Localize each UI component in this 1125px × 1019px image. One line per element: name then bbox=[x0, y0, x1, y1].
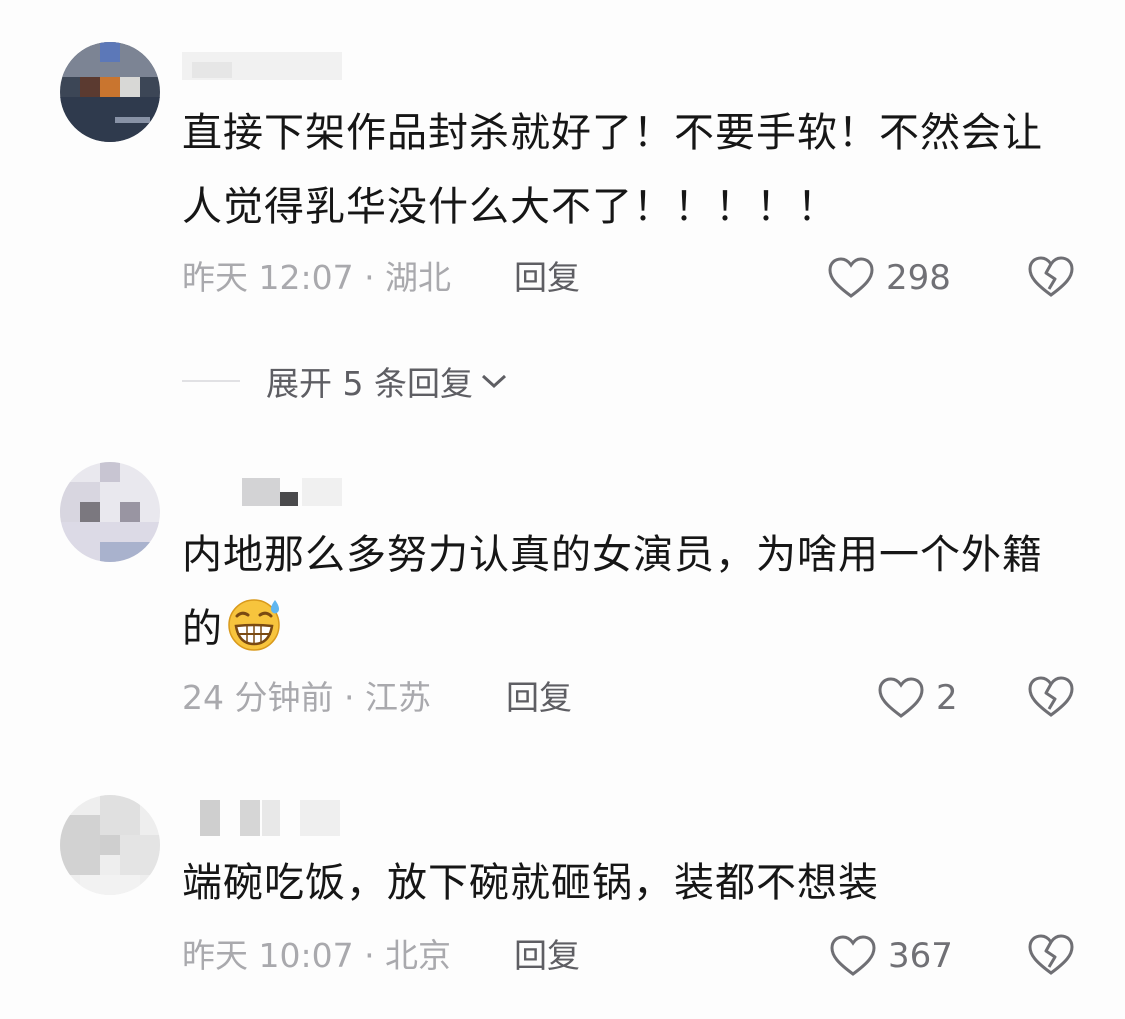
avatar[interactable] bbox=[60, 795, 160, 895]
heart-outline-icon bbox=[828, 257, 874, 298]
broken-heart-icon bbox=[1028, 934, 1074, 975]
heart-outline-icon bbox=[830, 935, 876, 976]
avatar[interactable] bbox=[60, 462, 160, 562]
dislike-button[interactable] bbox=[1028, 256, 1074, 302]
reply-button[interactable]: 回复 bbox=[514, 256, 580, 300]
expand-replies-label: 展开 5 条回复 bbox=[266, 364, 473, 403]
comment-text: 直接下架作品封杀就好了！不要手软！不然会让人觉得乳华没什么大不了！！！！！ bbox=[182, 110, 1043, 230]
comment-text-content: 内地那么多努力认真的女演员，为啥用一个外籍的 bbox=[182, 532, 1043, 652]
comment-meta: 24 分钟前 · 江苏 bbox=[182, 678, 431, 717]
divider bbox=[182, 380, 240, 382]
broken-heart-icon bbox=[1028, 256, 1074, 297]
comment-text: 端碗吃饭，放下碗就砸锅，装都不想装 bbox=[182, 860, 879, 906]
broken-heart-icon bbox=[1028, 676, 1074, 717]
comment-meta: 昨天 12:07 · 湖北 bbox=[182, 258, 452, 297]
comment-meta: 昨天 10:07 · 北京 bbox=[182, 936, 452, 975]
like-button[interactable]: 298 bbox=[828, 256, 951, 300]
username-blurred[interactable] bbox=[182, 800, 352, 836]
username-blurred[interactable] bbox=[182, 478, 352, 506]
heart-outline-icon bbox=[878, 677, 924, 718]
chevron-down-icon bbox=[481, 374, 506, 389]
like-count: 2 bbox=[936, 678, 958, 718]
avatar[interactable] bbox=[60, 42, 160, 142]
dislike-button[interactable] bbox=[1028, 934, 1074, 980]
username-blurred[interactable] bbox=[182, 52, 352, 80]
grinning-sweat-emoji bbox=[225, 594, 283, 676]
dislike-button[interactable] bbox=[1028, 676, 1074, 722]
expand-replies-button[interactable]: 展开 5 条回复 bbox=[182, 357, 509, 405]
like-button[interactable]: 367 bbox=[830, 934, 953, 978]
reply-button[interactable]: 回复 bbox=[514, 934, 580, 978]
like-count: 367 bbox=[888, 936, 953, 976]
like-button[interactable]: 2 bbox=[878, 676, 958, 720]
like-count: 298 bbox=[886, 258, 951, 298]
comment-text: 内地那么多努力认真的女演员，为啥用一个外籍的 bbox=[182, 518, 1082, 676]
reply-button[interactable]: 回复 bbox=[506, 676, 572, 720]
